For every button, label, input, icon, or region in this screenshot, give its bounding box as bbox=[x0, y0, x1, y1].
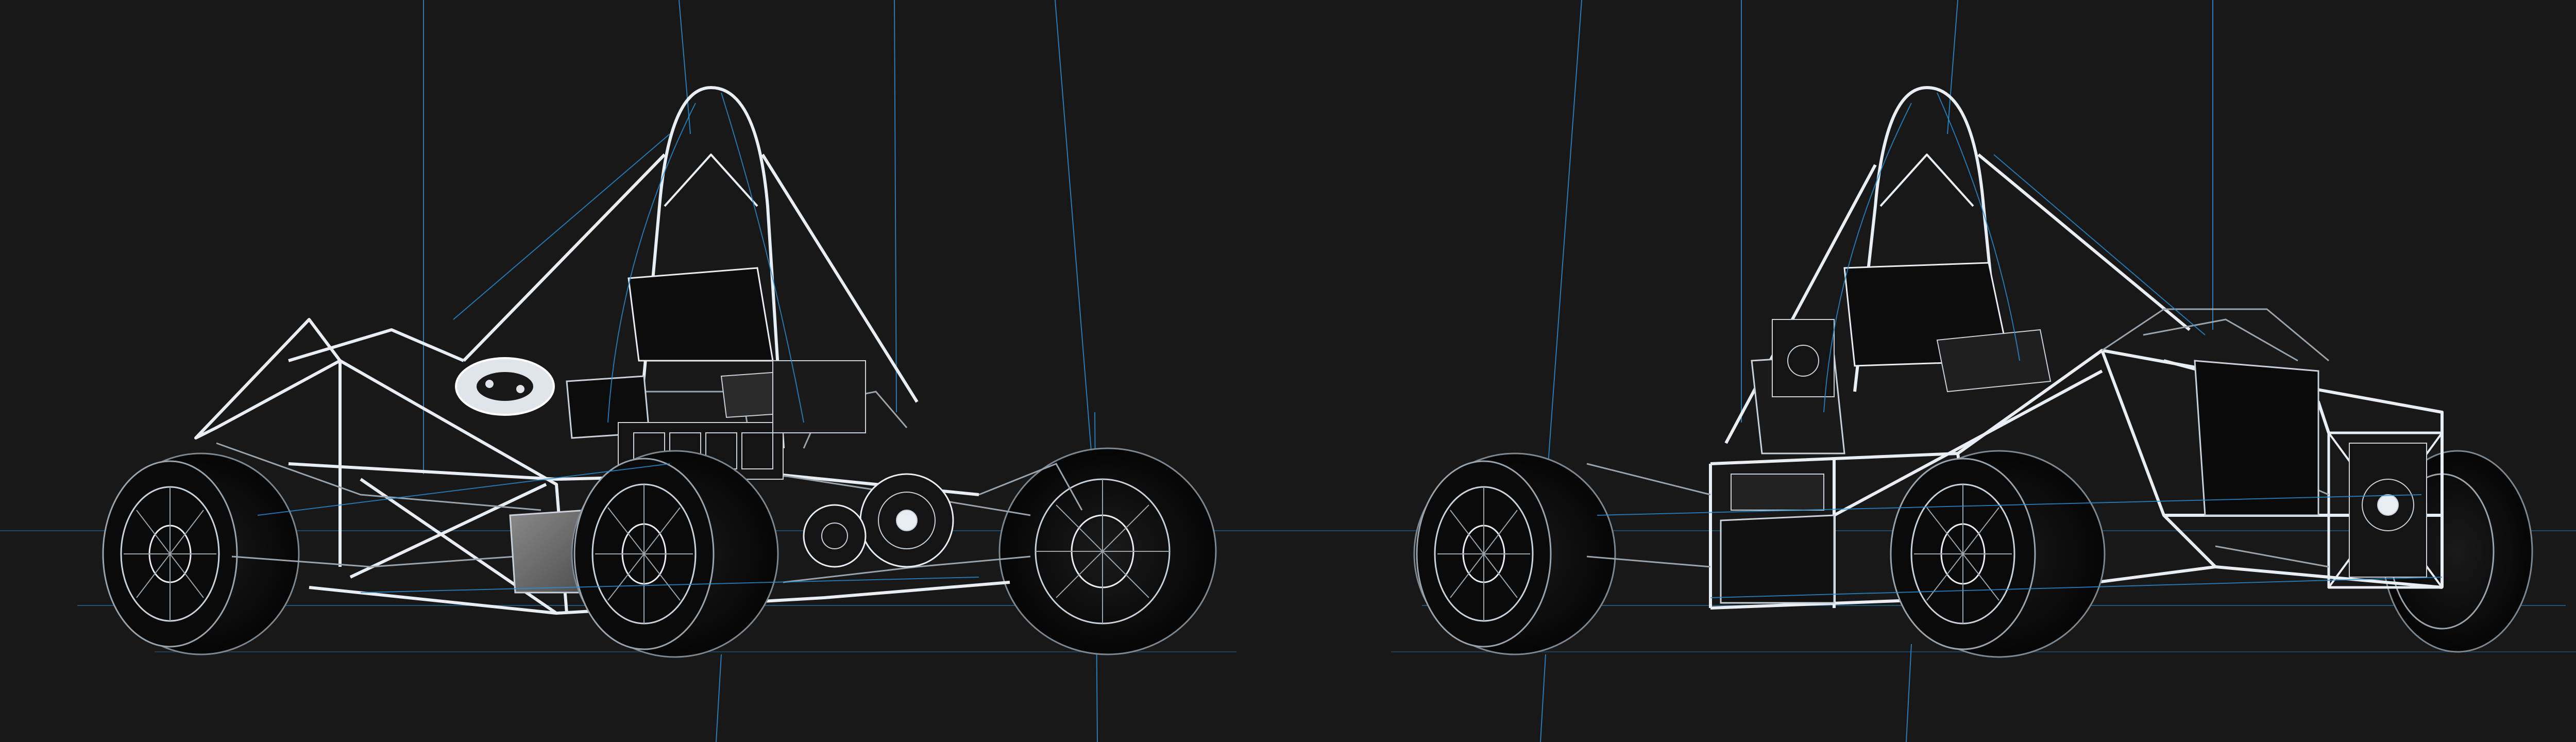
wireframe-render bbox=[0, 0, 2576, 742]
construction-guide-lines bbox=[0, 0, 2576, 742]
right-car-front-wheel bbox=[1413, 452, 1616, 655]
left-car-wireframe bbox=[102, 86, 1217, 658]
right-car-wireframe bbox=[1413, 86, 2533, 658]
left-car-front-right-wheel bbox=[571, 450, 779, 658]
render-canvas bbox=[0, 0, 2576, 742]
right-car-rear-left-wheel bbox=[1890, 450, 2106, 658]
left-car-rear-wheel bbox=[998, 447, 1217, 655]
left-car-front-left-wheel bbox=[102, 452, 300, 655]
left-car-steering-wheel bbox=[455, 357, 555, 416]
